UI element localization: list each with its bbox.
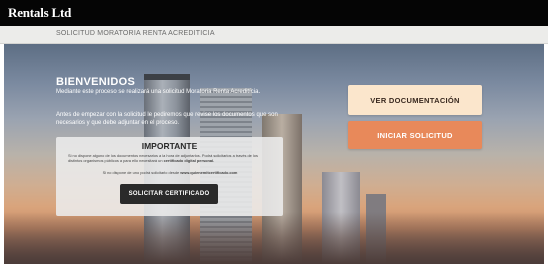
top-bar: Rentals Ltd [0, 0, 548, 26]
welcome-instructions: Antes de empezar con la solicitud le ped… [56, 112, 278, 126]
important-panel: IMPORTANTE Si no dispone alguno de los d… [56, 137, 283, 216]
certificate-link[interactable]: www.quienemitcertificado.com [180, 170, 237, 175]
welcome-text: Mediante este proceso se realizará una s… [56, 89, 261, 95]
page-title: SOLICITUD MORATORIA RENTA ACREDITICIA [56, 30, 215, 37]
hero-section: BIENVENIDOS Mediante este proceso se rea… [4, 44, 544, 264]
request-certificate-button[interactable]: SOLICITAR CERTIFICADO [120, 184, 218, 204]
important-note: Si no dispone de uno podrá solicitarlo d… [68, 170, 272, 175]
welcome-title: BIENVENIDOS [56, 76, 136, 88]
brand-logo[interactable]: Rentals Ltd [8, 5, 71, 21]
important-title: IMPORTANTE [141, 141, 198, 151]
city-skyline-image [4, 212, 544, 264]
important-text: Si no dispone alguno de los documentos n… [68, 153, 272, 163]
important-text-bold: certificado digital personal. [163, 158, 215, 163]
view-documentation-button[interactable]: VER DOCUMENTACIÓN [348, 85, 482, 115]
start-request-button[interactable]: INICIAR SOLICITUD [348, 121, 482, 149]
important-note-body: Si no dispone de uno podrá solicitarlo d… [102, 170, 180, 175]
sub-header: SOLICITUD MORATORIA RENTA ACREDITICIA [0, 26, 548, 44]
